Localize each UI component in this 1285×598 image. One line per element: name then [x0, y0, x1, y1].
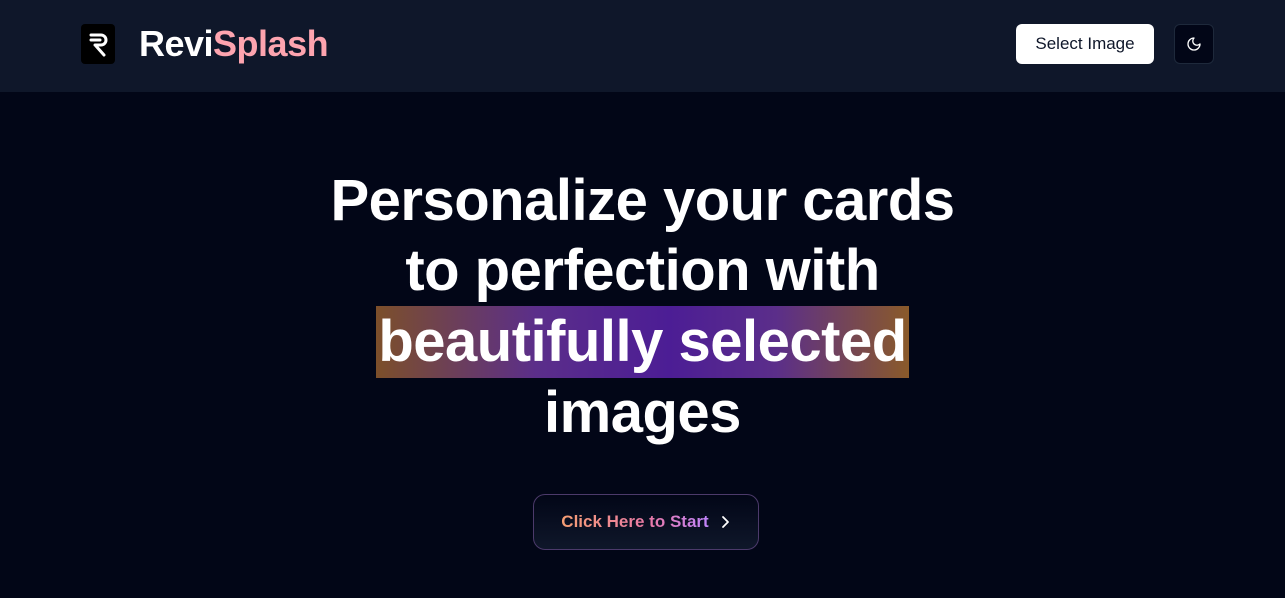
- brand-name-part1: Revi: [139, 23, 214, 64]
- start-button[interactable]: Click Here to Start: [533, 494, 759, 550]
- hero-line-2: to perfection with: [405, 238, 880, 303]
- navbar: ReviSplash Select Image: [0, 0, 1285, 92]
- select-image-button[interactable]: Select Image: [1016, 24, 1154, 64]
- hero-heading: Personalize your cards to perfection wit…: [0, 166, 1285, 448]
- start-button-label: Click Here to Start: [561, 512, 709, 531]
- hero-line-3: beautifully selected: [0, 306, 1285, 378]
- brand[interactable]: ReviSplash: [81, 23, 329, 64]
- moon-icon: [1186, 36, 1202, 52]
- hero-line-1: Personalize your cards: [330, 168, 955, 233]
- hero-line-4: images: [544, 380, 741, 445]
- chevron-right-icon: [719, 515, 731, 529]
- revisplash-logo-icon: [81, 24, 115, 64]
- brand-name: ReviSplash: [139, 23, 329, 64]
- theme-toggle-button[interactable]: [1174, 24, 1214, 64]
- hero-highlight: beautifully selected: [376, 306, 909, 378]
- brand-name-part2: Splash: [213, 23, 329, 64]
- hero-section: Personalize your cards to perfection wit…: [0, 166, 1285, 448]
